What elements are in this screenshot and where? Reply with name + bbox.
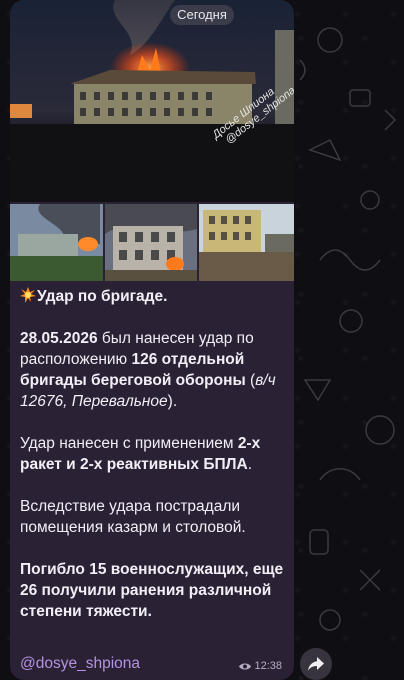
eye-icon xyxy=(239,663,252,669)
date-separator: Сегодня xyxy=(170,5,234,25)
thumbnail-photo-2[interactable] xyxy=(105,204,197,281)
burning-building-image: Досье Шпиона @dosye_shpiona xyxy=(10,0,294,202)
thumbnail-photo-3[interactable] xyxy=(199,204,294,281)
forward-button[interactable] xyxy=(300,648,332,680)
message-bubble[interactable]: Досье Шпиона @dosye_shpiona Удар по бриг… xyxy=(10,0,294,680)
strike-date: 28.05.2026 xyxy=(20,330,98,347)
building-smoke-image xyxy=(10,204,103,281)
paragraph-1: 28.05.2026 был нанесен удар по расположе… xyxy=(20,328,286,412)
share-arrow-icon xyxy=(308,657,324,671)
message-time: 12:38 xyxy=(254,660,282,672)
message-text: Удар по бригаде. 28.05.2026 был нанесен … xyxy=(20,286,286,643)
p1-text-2: ( xyxy=(245,372,256,389)
headline: Удар по бригаде. xyxy=(20,286,286,307)
thumbnail-photo-1[interactable] xyxy=(10,204,103,281)
message-meta: 12:38 xyxy=(239,659,282,673)
p2-text-1: Удар нанесен с применением xyxy=(20,435,238,452)
explosion-emoji-icon xyxy=(20,287,36,303)
main-photo[interactable]: Досье Шпиона @dosye_shpiona xyxy=(10,0,294,202)
photo-thumbnails xyxy=(10,204,294,281)
paragraph-4: Погибло 15 военнослужащих, еще 26 получи… xyxy=(20,559,286,622)
casualties-text: Погибло 15 военнослужащих, еще 26 получи… xyxy=(20,561,284,620)
paragraph-2: Удар нанесен с применением 2-х ракет и 2… xyxy=(20,433,286,475)
p3-text: Вследствие удара пострадали помещения ка… xyxy=(20,498,246,536)
headline-text: Удар по бригаде. xyxy=(37,288,168,305)
channel-link[interactable]: @dosye_shpiona xyxy=(20,654,140,674)
destroyed-building-image xyxy=(105,204,197,281)
p1-text-3: ). xyxy=(167,393,178,410)
damaged-building-image xyxy=(199,204,294,281)
p2-text-2: . xyxy=(247,456,253,473)
paragraph-3: Вследствие удара пострадали помещения ка… xyxy=(20,496,286,538)
